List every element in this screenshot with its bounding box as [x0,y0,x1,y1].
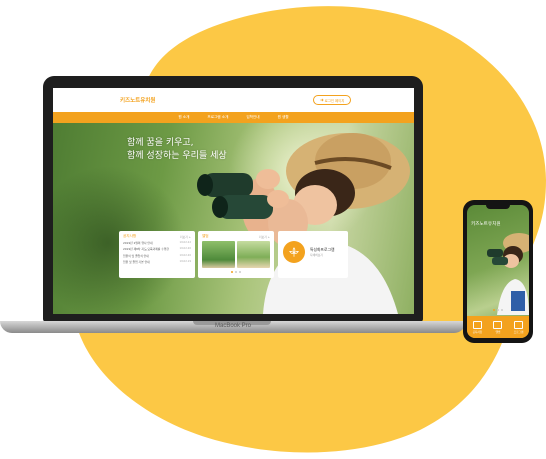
list-item[interactable]: 2019년 제8차 지도/교육과제를 수행한 19.02.20 [123,247,191,251]
gallery-more-link[interactable]: 더보기 + [259,235,270,239]
notice-more-link[interactable]: 더보기 + [180,235,191,239]
pager-dot[interactable] [239,271,241,273]
login-label: 로그인 페이지 [324,98,345,103]
site-logo[interactable]: 키즈노트유치원 [120,96,155,104]
gallery-thumbnail[interactable] [237,241,270,268]
hero-banner: 함께 꿈을 키우고, 함께 성장하는 우리들 세상 공지사항 더보기 + 201… [53,123,414,314]
gallery-card: 앨범 더보기 + [198,231,274,278]
program-icon [514,320,524,329]
notice-board-icon [472,320,482,329]
phone-pager [467,309,529,311]
nav-item-about[interactable]: 원 소개 [178,115,189,120]
phone-bar-item-album[interactable]: 앨범 [493,320,503,334]
gallery-thumbnail[interactable] [202,241,235,268]
program-card[interactable]: 특성화프로그램 자세히보기 [278,231,348,278]
laptop-screen: 키즈노트유치원 로그인 페이지 원 소개 프로그램 소개 입학안내 원 생활 함… [53,88,414,314]
gallery-title: 앨범 [202,234,209,238]
album-icon [493,320,503,329]
hero-title: 함께 꿈을 키우고, 함께 성장하는 우리들 세상 [127,138,227,161]
phone-bar-item-program[interactable]: 프로그램 [514,320,524,334]
notice-card: 공지사항 더보기 + 2019년 2월의 행사 안내 19.02.22 2019… [119,231,195,278]
nav-item-admission[interactable]: 입학안내 [246,115,259,120]
phone-bar-item-notice[interactable]: 공지사항 [472,320,482,334]
phone-notch [486,205,510,209]
site-header: 키즈노트유치원 로그인 페이지 [53,88,414,112]
pager-dot[interactable] [493,309,495,311]
pager-dot[interactable] [501,309,503,311]
hero-child-image [197,133,410,314]
nav-item-life[interactable]: 원 생활 [278,115,289,120]
main-nav: 원 소개 프로그램 소개 입학안내 원 생활 [53,112,414,123]
list-item[interactable]: 입원식 및 졸업식 안내 19.02.20 [123,254,191,258]
pager-dot[interactable] [497,309,499,311]
login-arrow-icon [319,98,324,102]
pager-dot[interactable] [231,271,233,273]
phone-logo[interactable]: 키즈노트유치원 [471,221,501,227]
pager-dot[interactable] [235,271,237,273]
nav-item-programs[interactable]: 프로그램 소개 [207,115,228,120]
flower-icon [289,247,299,257]
list-item[interactable]: 2019년 2월의 행사 안내 19.02.22 [123,241,191,245]
list-item[interactable]: 입원 및 졸업 기본 안내 19.02.19 [123,260,191,264]
phone-screen: 키즈노트유치원 공지사항 앨범 프로그램 [467,205,529,338]
laptop-brand-label: MacBook Pro [214,323,251,329]
login-button[interactable]: 로그인 페이지 [313,95,351,105]
notice-title: 공지사항 [123,234,137,238]
phone-bottom-bar: 공지사항 앨범 프로그램 [467,316,529,338]
program-link[interactable]: 자세히보기 [310,253,323,257]
gallery-pager [202,271,270,273]
